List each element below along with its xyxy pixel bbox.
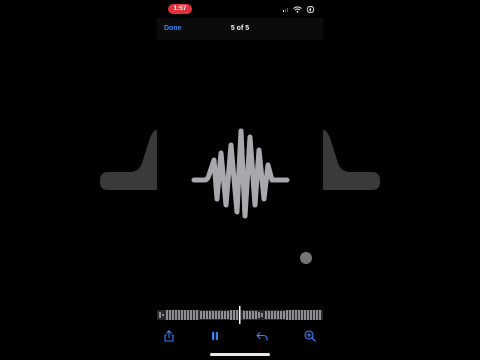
home-indicator[interactable] <box>210 353 270 356</box>
scrubber-timeline[interactable] <box>157 306 323 324</box>
zoom-in-icon <box>304 330 316 342</box>
share-icon <box>164 330 174 342</box>
bottom-toolbar <box>157 326 323 346</box>
zoom-button[interactable] <box>302 328 318 344</box>
left-background-shape <box>100 130 157 190</box>
right-background-shape <box>323 130 380 190</box>
undo-icon <box>256 331 268 341</box>
scrubber-playhead <box>239 306 241 324</box>
share-button[interactable] <box>161 328 177 344</box>
pause-button[interactable] <box>207 328 223 344</box>
undo-button[interactable] <box>254 328 270 344</box>
playhead-dot[interactable] <box>300 252 312 264</box>
pause-icon <box>212 332 218 340</box>
phone-screen: 1:57 Done 5 of 5 <box>157 0 323 360</box>
